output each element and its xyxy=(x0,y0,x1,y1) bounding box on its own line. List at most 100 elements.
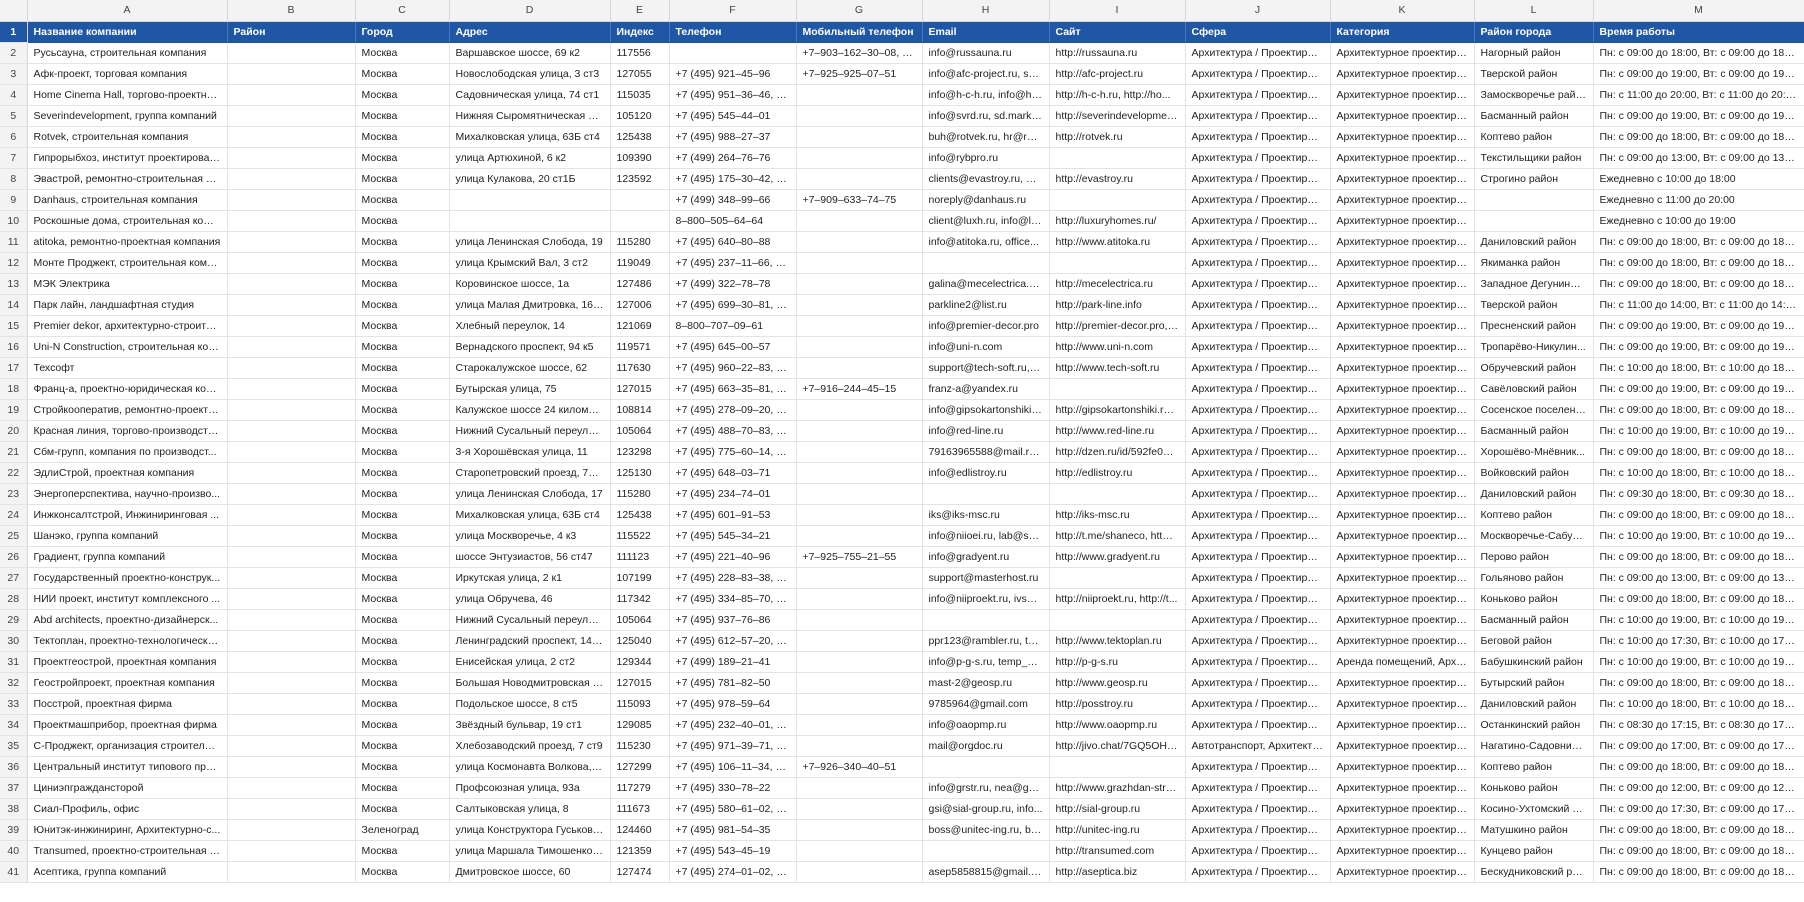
cell-address[interactable]: шоссе Энтузиастов, 56 ст47 xyxy=(449,546,611,568)
cell-city[interactable]: Москва xyxy=(355,63,450,85)
cell-website[interactable]: http://www.oaopmp.ru xyxy=(1049,714,1186,736)
cell-phone[interactable]: +7 (499) 264–76–76 xyxy=(669,147,797,169)
cell-mobile-phone[interactable] xyxy=(796,147,923,169)
cell-working-hours[interactable]: Пн: с 09:00 до 18:00, Вт: с 09:00 до 18:… xyxy=(1593,231,1804,253)
cell-city[interactable]: Москва xyxy=(355,420,450,442)
cell-sphere[interactable]: Архитектура / Проектиров... xyxy=(1185,630,1331,652)
cell-city[interactable]: Москва xyxy=(355,714,450,736)
cell-email[interactable]: info@afc-project.ru, sal... xyxy=(922,63,1050,85)
cell-email[interactable] xyxy=(922,609,1050,631)
cell-sphere[interactable]: Архитектура / Проектиров... xyxy=(1185,861,1331,883)
cell-city-district[interactable]: Коптево район xyxy=(1474,756,1594,778)
cell-website[interactable]: http://posstroy.ru xyxy=(1049,693,1186,715)
cell-company-name[interactable]: С-Проджект, организация строительс... xyxy=(27,735,228,757)
cell-mobile-phone[interactable] xyxy=(796,861,923,883)
cell-category[interactable]: Архитектурное проектиро... xyxy=(1330,63,1475,85)
cell-category[interactable]: Архитектурное проектиро... xyxy=(1330,483,1475,505)
cell-city-district[interactable]: Нагорный район xyxy=(1474,42,1594,64)
cell-district[interactable] xyxy=(227,651,356,673)
cell-city[interactable]: Москва xyxy=(355,105,450,127)
cell-postal-code[interactable]: 127486 xyxy=(610,273,670,295)
header-cell-district[interactable]: Район xyxy=(227,21,356,43)
cell-address[interactable]: улица Москворечье, 4 к3 xyxy=(449,525,611,547)
cell-company-name[interactable]: Сиал-Профиль, офис xyxy=(27,798,228,820)
cell-address[interactable]: Енисейская улица, 2 ст2 xyxy=(449,651,611,673)
cell-postal-code[interactable]: 115280 xyxy=(610,483,670,505)
cell-website[interactable] xyxy=(1049,609,1186,631)
cell-phone[interactable]: +7 (495) 640–80–88 xyxy=(669,231,797,253)
cell-company-name[interactable]: atitoka, ремонтно-проектная компания xyxy=(27,231,228,253)
cell-district[interactable] xyxy=(227,252,356,274)
cell-company-name[interactable]: Русьсауна, строительная компания xyxy=(27,42,228,64)
cell-phone[interactable]: +7 (495) 278–09–20, +7... xyxy=(669,399,797,421)
cell-city-district[interactable]: Даниловский район xyxy=(1474,231,1594,253)
row-number[interactable]: 5 xyxy=(0,105,28,127)
cell-company-name[interactable]: Асептика, группа компаний xyxy=(27,861,228,883)
cell-address[interactable]: Калужское шоссе 24 километр... xyxy=(449,399,611,421)
cell-mobile-phone[interactable] xyxy=(796,504,923,526)
cell-phone[interactable]: +7 (495) 488–70–83, +7... xyxy=(669,420,797,442)
cell-mobile-phone[interactable] xyxy=(796,630,923,652)
cell-category[interactable]: Архитектурное проектиро... xyxy=(1330,231,1475,253)
cell-city-district[interactable]: Текстильщики район xyxy=(1474,147,1594,169)
cell-website[interactable]: http://p-g-s.ru xyxy=(1049,651,1186,673)
cell-phone[interactable]: 8–800–505–64–64 xyxy=(669,210,797,232)
cell-sphere[interactable]: Архитектура / Проектиров... xyxy=(1185,693,1331,715)
cell-phone[interactable]: +7 (495) 330–78–22 xyxy=(669,777,797,799)
cell-website[interactable]: http://rotvek.ru xyxy=(1049,126,1186,148)
row-number[interactable]: 40 xyxy=(0,840,28,862)
cell-sphere[interactable]: Архитектура / Проектиров... xyxy=(1185,504,1331,526)
cell-email[interactable]: ppr123@rambler.ru, tek... xyxy=(922,630,1050,652)
cell-sphere[interactable]: Архитектура / Проектиров... xyxy=(1185,126,1331,148)
cell-working-hours[interactable]: Пн: с 09:00 до 19:00, Вт: с 09:00 до 19:… xyxy=(1593,378,1804,400)
cell-city[interactable]: Москва xyxy=(355,462,450,484)
cell-phone[interactable]: +7 (495) 960–22–83, +7... xyxy=(669,357,797,379)
row-number[interactable]: 31 xyxy=(0,651,28,673)
cell-company-name[interactable]: Стройкооператив, ремонтно-проектн... xyxy=(27,399,228,421)
cell-website[interactable]: http://gipsokartonshiki.ru,... xyxy=(1049,399,1186,421)
cell-mobile-phone[interactable]: +7–916–244–45–15 xyxy=(796,378,923,400)
cell-address[interactable]: Коровинское шоссе, 1а xyxy=(449,273,611,295)
cell-city-district[interactable]: Строгино район xyxy=(1474,168,1594,190)
cell-address[interactable]: улица Конструктора Гуськова,... xyxy=(449,819,611,841)
cell-postal-code[interactable] xyxy=(610,189,670,211)
cell-city-district[interactable]: Западное Дегунино ... xyxy=(1474,273,1594,295)
cell-website[interactable]: http://www.geosp.ru xyxy=(1049,672,1186,694)
cell-working-hours[interactable]: Пн: с 09:00 до 18:00, Вт: с 09:00 до 18:… xyxy=(1593,588,1804,610)
cell-postal-code[interactable]: 115093 xyxy=(610,693,670,715)
cell-city[interactable]: Москва xyxy=(355,126,450,148)
cell-company-name[interactable]: Циниэпграждансторой xyxy=(27,777,228,799)
cell-mobile-phone[interactable]: +7–925–755–21–55 xyxy=(796,546,923,568)
cell-city-district[interactable]: Останкинский район xyxy=(1474,714,1594,736)
cell-company-name[interactable]: Transumed, проектно-строительная ф... xyxy=(27,840,228,862)
cell-mobile-phone[interactable] xyxy=(796,483,923,505)
cell-mobile-phone[interactable] xyxy=(796,336,923,358)
cell-postal-code[interactable]: 121069 xyxy=(610,315,670,337)
cell-email[interactable]: info@niiproekt.ru, ivshi... xyxy=(922,588,1050,610)
cell-postal-code[interactable]: 105064 xyxy=(610,609,670,631)
row-number[interactable]: 8 xyxy=(0,168,28,190)
cell-email[interactable]: 9785964@gmail.com xyxy=(922,693,1050,715)
cell-sphere[interactable]: Архитектура / Проектиров... xyxy=(1185,399,1331,421)
cell-company-name[interactable]: Rotvek, строительная компания xyxy=(27,126,228,148)
cell-city-district[interactable]: Коньково район xyxy=(1474,777,1594,799)
cell-postal-code[interactable]: 127015 xyxy=(610,672,670,694)
cell-phone[interactable]: +7 (495) 699–30–81, +7... xyxy=(669,294,797,316)
cell-phone[interactable]: +7 (495) 971–39–71, 8–... xyxy=(669,735,797,757)
cell-phone[interactable]: +7 (495) 988–27–37 xyxy=(669,126,797,148)
cell-address[interactable]: Михалковская улица, 63Б ст4 xyxy=(449,126,611,148)
cell-address[interactable]: Звёздный бульвар, 19 ст1 xyxy=(449,714,611,736)
cell-company-name[interactable]: Шанэко, группа компаний xyxy=(27,525,228,547)
cell-email[interactable]: info@niioei.ru, lab@sha... xyxy=(922,525,1050,547)
cell-district[interactable] xyxy=(227,693,356,715)
cell-city[interactable]: Москва xyxy=(355,84,450,106)
cell-phone[interactable]: +7 (495) 580–61–02, +7... xyxy=(669,798,797,820)
cell-phone[interactable]: +7 (495) 937–76–86 xyxy=(669,609,797,631)
cell-website[interactable]: http://t.me/shaneco, http:... xyxy=(1049,525,1186,547)
cell-district[interactable] xyxy=(227,525,356,547)
cell-email[interactable] xyxy=(922,252,1050,274)
cell-website[interactable]: http://www.atitoka.ru xyxy=(1049,231,1186,253)
header-cell-category[interactable]: Категория xyxy=(1330,21,1475,43)
cell-category[interactable]: Архитектурное проектиро... xyxy=(1330,777,1475,799)
cell-phone[interactable] xyxy=(669,42,797,64)
